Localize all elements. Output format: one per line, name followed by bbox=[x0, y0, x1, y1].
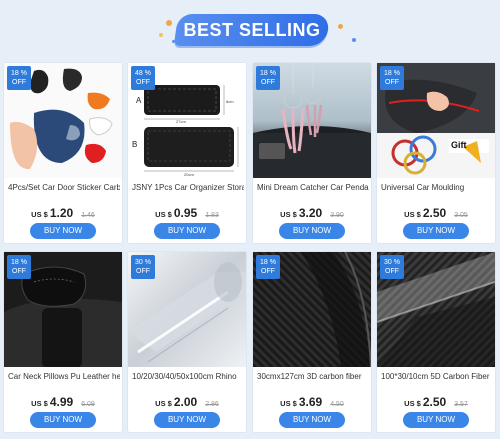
old-price: 3.90 bbox=[330, 212, 344, 219]
buy-now-button[interactable]: BUY NOW bbox=[30, 412, 96, 428]
currency: US $ bbox=[404, 210, 421, 219]
gift-label: Gift bbox=[451, 140, 467, 150]
old-price: 3.05 bbox=[454, 212, 468, 219]
product-card[interactable]: 18 % OFF Mini Dream Catcher Car Pendant … bbox=[253, 63, 371, 243]
product-grid: 18 % OFF 4Pcs/Set Car Door Sticker Carbo… bbox=[4, 63, 496, 439]
buy-now-button[interactable]: BUY NOW bbox=[30, 223, 96, 239]
discount-percent: 18 % bbox=[260, 259, 276, 266]
product-card[interactable]: Gift 18 % OFF Universal Car Moulding US … bbox=[377, 63, 495, 243]
discount-badge: 18 % OFF bbox=[7, 66, 31, 90]
price-row: US $2.50 3.57 bbox=[377, 393, 495, 409]
product-title[interactable]: 4Pcs/Set Car Door Sticker Carbon bbox=[8, 183, 120, 192]
currency: US $ bbox=[280, 210, 297, 219]
product-title[interactable]: Universal Car Moulding bbox=[381, 183, 493, 192]
product-title[interactable]: JSNY 1Pcs Car Organizer Storage bbox=[132, 183, 244, 192]
old-price: 1.46 bbox=[81, 212, 95, 219]
discount-off: OFF bbox=[385, 268, 399, 275]
old-price: 2.86 bbox=[205, 401, 219, 408]
decor-dot bbox=[159, 33, 163, 37]
price-row: US $3.20 3.90 bbox=[253, 204, 371, 220]
product-card[interactable]: 30 % OFF 10/20/30/40/50x100cm Rhino US $… bbox=[128, 252, 246, 432]
currency: US $ bbox=[155, 210, 172, 219]
discount-off: OFF bbox=[385, 79, 399, 86]
decor-dot bbox=[352, 38, 356, 42]
discount-percent: 18 % bbox=[11, 259, 27, 266]
header: BEST SELLING bbox=[0, 0, 500, 62]
price-row: US $3.69 4.50 bbox=[253, 393, 371, 409]
banner-title: BEST SELLING bbox=[183, 20, 321, 40]
price-row: US $1.20 1.46 bbox=[4, 204, 122, 220]
price: 1.20 bbox=[49, 206, 74, 220]
discount-badge: 18 % OFF bbox=[7, 255, 31, 279]
discount-badge: 48 % OFF bbox=[131, 66, 155, 90]
discount-percent: 18 % bbox=[11, 70, 27, 77]
price: 3.20 bbox=[298, 206, 323, 220]
decor-dot bbox=[338, 24, 343, 29]
discount-badge: 30 % OFF bbox=[131, 255, 155, 279]
price-row: US $2.50 3.05 bbox=[377, 204, 495, 220]
diagram-dim-a: 27cm bbox=[176, 119, 186, 124]
diagram-label-a: A bbox=[136, 96, 142, 105]
discount-off: OFF bbox=[136, 268, 150, 275]
price-row: US $4.99 6.09 bbox=[4, 393, 122, 409]
discount-off: OFF bbox=[261, 268, 275, 275]
discount-badge: 18 % OFF bbox=[256, 255, 280, 279]
product-title[interactable]: 100*30/10cm 5D Carbon Fiber bbox=[381, 372, 493, 381]
price-row: US $2.00 2.86 bbox=[128, 393, 246, 409]
currency: US $ bbox=[280, 399, 297, 408]
product-card[interactable]: 18 % OFF Car Neck Pillows Pu Leather hea… bbox=[4, 252, 122, 432]
buy-now-button[interactable]: BUY NOW bbox=[403, 412, 469, 428]
price: 3.69 bbox=[298, 395, 323, 409]
discount-badge: 18 % OFF bbox=[380, 66, 404, 90]
product-card[interactable]: 18 % OFF 30cmx127cm 3D carbon fiber US $… bbox=[253, 252, 371, 432]
buy-now-button[interactable]: BUY NOW bbox=[154, 223, 220, 239]
decor-dot bbox=[166, 20, 172, 26]
price: 2.00 bbox=[173, 395, 198, 409]
currency: US $ bbox=[404, 399, 421, 408]
product-title[interactable]: 30cmx127cm 3D carbon fiber bbox=[257, 372, 369, 381]
price-row: US $0.95 1.83 bbox=[128, 204, 246, 220]
buy-now-button[interactable]: BUY NOW bbox=[279, 223, 345, 239]
buy-now-button[interactable]: BUY NOW bbox=[279, 412, 345, 428]
old-price: 3.57 bbox=[454, 401, 468, 408]
product-title[interactable]: Car Neck Pillows Pu Leather head bbox=[8, 372, 120, 381]
old-price: 1.83 bbox=[205, 212, 219, 219]
discount-off: OFF bbox=[12, 79, 26, 86]
discount-badge: 30 % OFF bbox=[380, 255, 404, 279]
product-title[interactable]: Mini Dream Catcher Car Pendant bbox=[257, 183, 369, 192]
discount-percent: 30 % bbox=[384, 259, 400, 266]
diagram-label-b: B bbox=[132, 140, 137, 149]
diagram-dim-b: 20cm bbox=[184, 172, 194, 177]
discount-percent: 48 % bbox=[135, 70, 151, 77]
discount-off: OFF bbox=[136, 79, 150, 86]
product-card[interactable]: 18 % OFF 4Pcs/Set Car Door Sticker Carbo… bbox=[4, 63, 122, 243]
buy-now-button[interactable]: BUY NOW bbox=[403, 223, 469, 239]
price: 2.50 bbox=[422, 395, 447, 409]
discount-badge: 18 % OFF bbox=[256, 66, 280, 90]
old-price: 4.50 bbox=[330, 401, 344, 408]
product-card[interactable]: A B 27cm 20cm 8cm 48 % OFF JSNY 1Pcs Car… bbox=[128, 63, 246, 243]
discount-percent: 30 % bbox=[135, 259, 151, 266]
price: 0.95 bbox=[173, 206, 198, 220]
discount-percent: 18 % bbox=[260, 70, 276, 77]
old-price: 6.09 bbox=[81, 401, 95, 408]
currency: US $ bbox=[155, 399, 172, 408]
currency: US $ bbox=[31, 210, 48, 219]
price: 2.50 bbox=[422, 206, 447, 220]
buy-now-button[interactable]: BUY NOW bbox=[154, 412, 220, 428]
currency: US $ bbox=[31, 399, 48, 408]
discount-off: OFF bbox=[261, 79, 275, 86]
product-title[interactable]: 10/20/30/40/50x100cm Rhino bbox=[132, 372, 244, 381]
diagram-dim-h: 8cm bbox=[226, 99, 234, 104]
price: 4.99 bbox=[49, 395, 74, 409]
product-card[interactable]: 30 % OFF 100*30/10cm 5D Carbon Fiber US … bbox=[377, 252, 495, 432]
discount-percent: 18 % bbox=[384, 70, 400, 77]
discount-off: OFF bbox=[12, 268, 26, 275]
